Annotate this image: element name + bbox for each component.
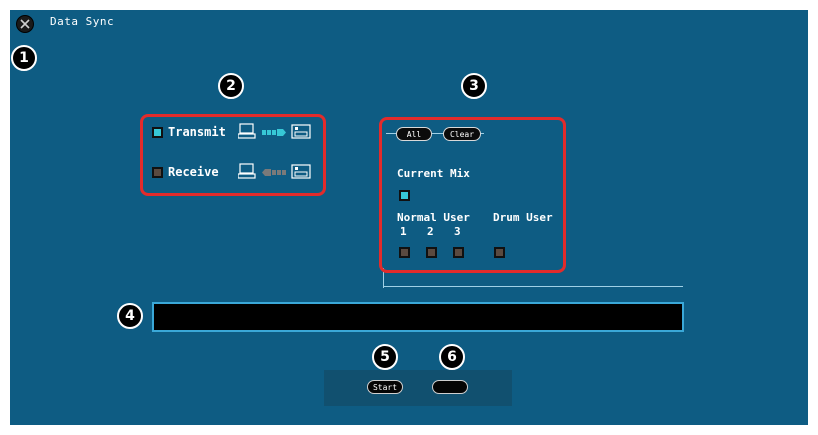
close-icon [20,19,30,29]
transmit-flow-icon [238,123,311,139]
drum-user-label: Drum User [493,211,553,224]
close-button[interactable] [16,15,34,33]
data-sync-screen: Data Sync 1 2 Transmit Receive 3 All Cle… [10,10,808,425]
secondary-button[interactable] [432,380,468,394]
callout-2: 2 [218,73,244,99]
normal-user-2-checkbox[interactable] [426,247,437,258]
clear-button[interactable]: Clear [443,127,481,141]
normal-user-1-checkbox[interactable] [399,247,410,258]
callout-5: 5 [372,344,398,370]
drum-user-checkbox[interactable] [494,247,505,258]
normal-user-label: Normal User [397,211,470,224]
receive-flow-icon [238,163,311,179]
normal-user-3-checkbox[interactable] [453,247,464,258]
callout-3: 3 [461,73,487,99]
transmit-checkbox[interactable] [152,127,163,138]
transmit-label: Transmit [168,125,226,139]
all-button[interactable]: All [396,127,432,141]
current-mix-label: Current Mix [397,167,470,180]
user-number-1: 1 [400,225,407,238]
current-mix-checkbox[interactable] [399,190,410,201]
callout-4: 4 [117,303,143,329]
callout-1: 1 [11,45,37,71]
receive-label: Receive [168,165,219,179]
panel-divider-horizontal [383,286,683,287]
receive-checkbox[interactable] [152,167,163,178]
user-number-2: 2 [427,225,434,238]
footer-panel [324,370,512,406]
message-display [152,302,684,332]
window-title: Data Sync [50,15,115,28]
start-button[interactable]: Start [367,380,403,394]
callout-6: 6 [439,344,465,370]
user-number-3: 3 [454,225,461,238]
